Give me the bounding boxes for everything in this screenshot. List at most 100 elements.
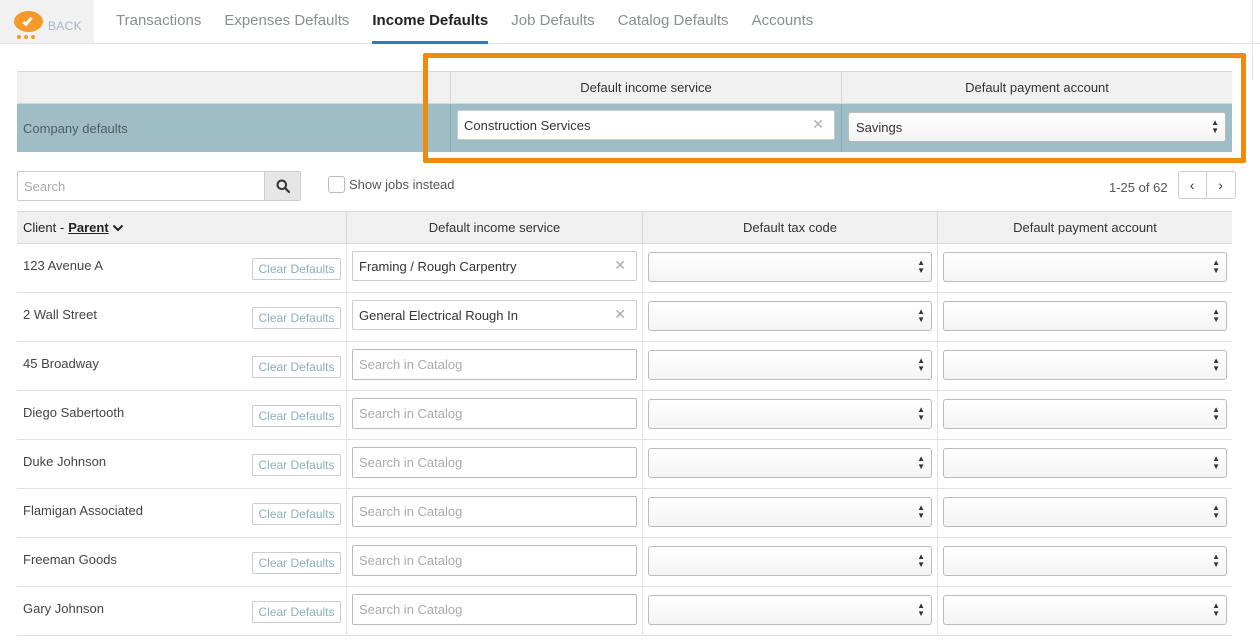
company-income-header: Default income service (451, 72, 842, 103)
tax-code-cell: ▲ ▼ (643, 244, 938, 292)
tab-catalog-defaults[interactable]: Catalog Defaults (618, 0, 729, 44)
tax-code-select[interactable]: ▲ ▼ (648, 301, 932, 331)
company-payment-account-value: Savings (856, 119, 903, 135)
catalog-search-input[interactable] (352, 545, 637, 576)
select-arrows-icon: ▲ ▼ (917, 552, 925, 569)
clear-defaults-button[interactable]: Clear Defaults (252, 405, 341, 427)
payment-account-select[interactable]: ▲ ▼ (943, 595, 1227, 625)
table-row: Duke Johnson Clear Defaults ▲▼ ▲▼ (17, 440, 1232, 489)
table-row: 2 Wall Street Clear Defaults General Elect… (17, 293, 1232, 342)
search-bar (17, 171, 301, 201)
company-payment-account-select[interactable]: Savings ▲ ▼ (848, 112, 1226, 142)
client-name: 123 Avenue A (23, 258, 104, 273)
tax-code-select[interactable]: ▲ ▼ (648, 350, 932, 380)
next-page-button[interactable]: › (1206, 171, 1236, 199)
select-arrows-icon: ▲ ▼ (1211, 118, 1219, 135)
clear-defaults-button[interactable]: Clear Defaults (252, 307, 341, 329)
payment-account-cell: ▲ ▼ (938, 440, 1232, 488)
top-nav: BACK Transactions Expenses Defaults Inco… (0, 0, 1260, 44)
tax-code-select[interactable]: ▲ ▼ (648, 448, 932, 478)
tax-code-select[interactable]: ▲ ▼ (648, 595, 932, 625)
client-name: 45 Broadway (23, 356, 99, 371)
tax-code-select[interactable]: ▲ ▼ (648, 252, 932, 282)
company-income-service-value: Construction Services (464, 117, 591, 133)
clear-defaults-button[interactable]: Clear Defaults (252, 601, 341, 623)
client-cell: 123 Avenue A Clear Defaults (17, 244, 347, 292)
table-header: Client - Parent Default income service D… (17, 211, 1232, 244)
client-cell: 45 Broadway Clear Defaults (17, 342, 347, 390)
payment-account-cell: ▲ ▼ (938, 489, 1232, 537)
clear-defaults-button[interactable]: Clear Defaults (252, 552, 341, 574)
payment-account-select[interactable]: ▲ ▼ (943, 399, 1227, 429)
select-arrows-icon: ▲ ▼ (917, 405, 925, 422)
client-column-header: Client - Parent (17, 212, 347, 243)
table-body: 123 Avenue A Clear Defaults Framing / Roug… (17, 244, 1232, 636)
client-cell: Diego Sabertooth Clear Defaults (17, 391, 347, 439)
tax-code-select[interactable]: ▲ ▼ (648, 399, 932, 429)
tab-accounts[interactable]: Accounts (752, 0, 814, 44)
income-service-field[interactable]: General Electrical Rough In ✕ (352, 300, 637, 330)
payment-account-select[interactable]: ▲ ▼ (943, 301, 1227, 331)
select-arrows-icon: ▲ ▼ (1212, 405, 1220, 422)
clear-icon[interactable]: ✕ (614, 257, 626, 274)
tab-job-defaults[interactable]: Job Defaults (511, 0, 594, 44)
clear-defaults-button[interactable]: Clear Defaults (252, 356, 341, 378)
payment-account-select[interactable]: ▲ ▼ (943, 252, 1227, 282)
tab-expenses-defaults[interactable]: Expenses Defaults (224, 0, 349, 44)
logo-icon (12, 4, 46, 40)
client-name: Freeman Goods (23, 552, 117, 567)
company-income-service-field[interactable]: Construction Services ✕ (457, 110, 835, 140)
back-label: BACK (48, 18, 82, 33)
select-arrows-icon: ▲ ▼ (1212, 258, 1220, 275)
payment-account-select[interactable]: ▲ ▼ (943, 350, 1227, 380)
catalog-search-input[interactable] (352, 398, 637, 429)
income-service-cell (347, 440, 643, 488)
prev-page-button[interactable]: ‹ (1177, 171, 1207, 199)
clear-icon[interactable]: ✕ (614, 306, 626, 323)
tab-income-defaults[interactable]: Income Defaults (372, 0, 488, 44)
catalog-search-input[interactable] (352, 349, 637, 380)
table-row: Freeman Goods Clear Defaults ▲▼ ▲▼ (17, 538, 1232, 587)
company-payment-header: Default payment account (965, 80, 1109, 95)
pagination: 1-25 of 62 ‹ › (1109, 171, 1236, 199)
catalog-search-input[interactable] (352, 594, 637, 625)
clear-defaults-button[interactable]: Clear Defaults (252, 503, 341, 525)
payment-account-cell: ▲ ▼ (938, 244, 1232, 292)
pagination-count: 1-25 of 62 (1109, 180, 1168, 195)
back-button[interactable]: BACK (0, 0, 94, 43)
income-service-cell: Framing / Rough Carpentry ✕ (347, 244, 643, 292)
income-service-column-header: Default income service (347, 212, 643, 243)
income-service-cell (347, 538, 643, 586)
chevron-left-icon: ‹ (1189, 177, 1195, 193)
tax-code-select[interactable]: ▲ ▼ (648, 546, 932, 576)
select-arrows-icon: ▲ ▼ (917, 307, 925, 324)
company-defaults-header: Default income service Default payment a… (17, 71, 1232, 104)
table-row: 123 Avenue A Clear Defaults Framing / Roug… (17, 244, 1232, 293)
select-arrows-icon: ▲ ▼ (1212, 307, 1220, 324)
tab-transactions[interactable]: Transactions (116, 0, 201, 44)
clear-icon[interactable]: ✕ (812, 116, 824, 133)
tax-code-cell: ▲ ▼ (643, 538, 938, 586)
tax-code-select[interactable]: ▲ ▼ (648, 497, 932, 527)
select-arrows-icon: ▲ ▼ (1212, 454, 1220, 471)
table-row: Diego Sabertooth Clear Defaults ▲▼ ▲▼ (17, 391, 1232, 440)
show-jobs-toggle[interactable]: Show jobs instead (328, 176, 455, 193)
parent-sort-link[interactable]: Parent (68, 220, 108, 235)
client-cell: Freeman Goods Clear Defaults (17, 538, 347, 586)
table-row: Flamigan Associated Clear Defaults ▲▼ ▲▼ (17, 489, 1232, 538)
tab-bar: Transactions Expenses Defaults Income De… (116, 0, 836, 44)
search-button[interactable] (264, 171, 301, 201)
client-cell: Gary Johnson Clear Defaults (17, 587, 347, 635)
show-jobs-checkbox[interactable] (328, 176, 345, 193)
clear-defaults-button[interactable]: Clear Defaults (252, 454, 341, 476)
payment-account-select[interactable]: ▲ ▼ (943, 497, 1227, 527)
payment-account-select[interactable]: ▲ ▼ (943, 546, 1227, 576)
income-service-field[interactable]: Framing / Rough Carpentry ✕ (352, 251, 637, 281)
payment-account-select[interactable]: ▲ ▼ (943, 448, 1227, 478)
select-arrows-icon: ▲ ▼ (1212, 356, 1220, 373)
catalog-search-input[interactable] (352, 447, 637, 478)
clear-defaults-button[interactable]: Clear Defaults (252, 258, 341, 280)
catalog-search-input[interactable] (352, 496, 637, 527)
search-input[interactable] (17, 171, 264, 201)
chevron-down-icon[interactable] (112, 223, 124, 233)
